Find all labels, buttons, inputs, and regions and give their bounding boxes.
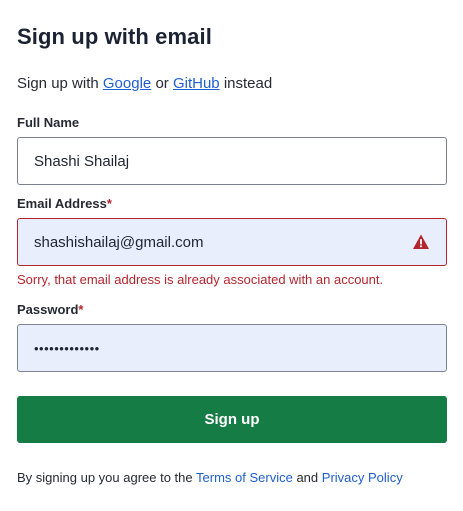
password-masked-value: ••••••••••••• bbox=[34, 340, 100, 356]
alt-signup-prefix: Sign up with bbox=[17, 75, 99, 92]
page-title: Sign up with email bbox=[17, 24, 212, 49]
privacy-policy-link[interactable]: Privacy Policy bbox=[322, 470, 403, 485]
alt-signup-suffix: instead bbox=[223, 75, 273, 92]
email-label-text: Email Address bbox=[17, 196, 107, 211]
password-label: Password* bbox=[17, 302, 83, 317]
password-field[interactable]: ••••••••••••• bbox=[17, 324, 447, 372]
email-required-mark: * bbox=[106, 196, 112, 211]
email-field[interactable]: shashishailaj@gmail.com bbox=[17, 218, 447, 266]
terms-notice: By signing up you agree to the Terms of … bbox=[17, 470, 403, 485]
google-signup-link[interactable]: Google bbox=[103, 75, 151, 92]
email-error-message: Sorry, that email address is already ass… bbox=[17, 272, 384, 287]
alt-signup-row: Sign up with Google or GitHub instead bbox=[17, 75, 272, 92]
terms-prefix: By signing up you agree to the bbox=[17, 470, 193, 485]
full-name-label: Full Name bbox=[17, 115, 79, 130]
sign-up-button[interactable]: Sign up bbox=[17, 396, 447, 443]
terms-of-service-link[interactable]: Terms of Service bbox=[196, 470, 293, 485]
password-required-mark: * bbox=[78, 302, 84, 317]
alt-signup-or: or bbox=[155, 75, 169, 92]
full-name-field[interactable]: Shashi Shailaj bbox=[17, 137, 447, 185]
terms-and: and bbox=[296, 470, 319, 485]
email-label: Email Address* bbox=[17, 196, 112, 211]
warning-icon bbox=[412, 233, 430, 251]
password-label-text: Password bbox=[17, 302, 79, 317]
email-value: shashishailaj@gmail.com bbox=[34, 233, 204, 251]
full-name-label-text: Full Name bbox=[17, 115, 80, 130]
full-name-value: Shashi Shailaj bbox=[34, 152, 130, 170]
github-signup-link[interactable]: GitHub bbox=[173, 75, 220, 92]
